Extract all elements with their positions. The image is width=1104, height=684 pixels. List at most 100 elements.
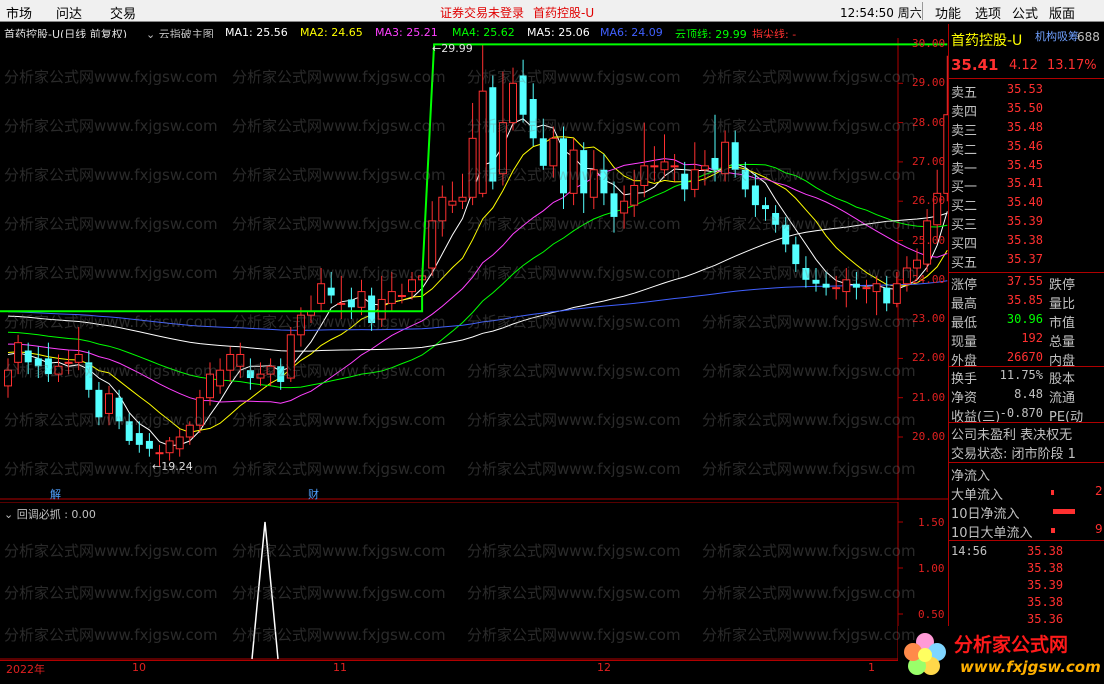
quote-row-value: 35.41: [1006, 176, 1043, 190]
high-value: 29.99: [441, 42, 473, 55]
quote-row: 买一 35.41: [951, 176, 1104, 195]
quote-row: 卖四 35.50: [951, 101, 1104, 120]
sub-indicator-value: 回调必抓 : 0.00: [16, 508, 96, 521]
menu-market[interactable]: 市场: [6, 3, 32, 22]
clock: 12:54:50 周六: [840, 6, 922, 20]
event-mark-2[interactable]: 财: [308, 486, 319, 502]
quote-row-extra: 股本: [1049, 372, 1076, 387]
quote-price: 35.41: [951, 56, 999, 74]
quote-row-label: 净资: [951, 391, 978, 406]
menu-trade[interactable]: 交易: [110, 3, 136, 22]
quote-row-label: 卖二: [951, 143, 978, 158]
date-label-jan: 1: [868, 661, 875, 674]
quote-row-value: 8.48: [1014, 387, 1043, 401]
quote-row-label: 涨停: [951, 278, 978, 293]
quote-row: 买四 35.38: [951, 233, 1104, 252]
quote-row-value: 35.53: [1006, 82, 1043, 96]
menu-formula[interactable]: 公式: [1012, 3, 1038, 22]
divider: [949, 422, 1104, 423]
divider: [949, 272, 1104, 273]
quote-change-pct: 13.17%: [1047, 58, 1097, 73]
quote-row: 现量 192 总量: [951, 331, 1104, 350]
candle[interactable]: [286, 326, 295, 382]
event-mark-1[interactable]: 解: [50, 486, 61, 502]
price-axis-label: 21.00: [912, 390, 946, 404]
divider: [949, 462, 1104, 463]
date-label-oct: 10: [132, 661, 146, 674]
tick-price: 35.36: [1027, 612, 1064, 626]
flow-label: 净流入: [951, 469, 991, 484]
trade-status: 交易状态: 闭市阶段 1: [951, 447, 1076, 462]
company-note: 公司未盈利 表决权无: [951, 428, 1073, 443]
quote-row-value: 26670: [1006, 350, 1043, 364]
quote-row-label: 买一: [951, 180, 978, 195]
quote-row-extra: 跌停: [1049, 278, 1076, 293]
quote-row-value: 35.38: [1006, 233, 1043, 247]
quote-tag[interactable]: 机构吸筹: [1035, 28, 1079, 44]
quote-row: 买五 35.37: [951, 252, 1104, 271]
menu-wenda[interactable]: 问达: [56, 3, 82, 22]
candle[interactable]: [489, 75, 497, 190]
price-axis-label: 30.00: [912, 37, 946, 50]
quote-row: 最高 35.85 量比: [951, 293, 1104, 312]
divider: [949, 540, 1104, 541]
quote-row-value: 37.55: [1006, 274, 1043, 288]
tick-price: 35.39: [1027, 578, 1064, 592]
sub-indicator-chart[interactable]: [0, 502, 948, 660]
login-warning[interactable]: 证券交易未登录: [440, 4, 524, 21]
flow-value: 9: [1095, 522, 1103, 536]
quote-row-extra: 市值: [1049, 316, 1076, 331]
divider: [949, 78, 1104, 79]
quote-row-value: 192: [1021, 331, 1043, 345]
quote-row: 买二 35.40: [951, 195, 1104, 214]
price-axis-label: 26.00: [912, 194, 946, 208]
window-stock-title: 首药控股-U: [533, 6, 595, 20]
divider: [949, 366, 1104, 367]
quote-row: 卖五 35.53: [951, 82, 1104, 101]
sub-axis-3: 0.50: [918, 608, 945, 621]
logo-url: www.fxjgsw.com: [960, 658, 1101, 676]
low-annotation: ←19.24: [152, 460, 193, 473]
tick-price: 35.38: [1027, 544, 1064, 558]
quote-row-label: 买三: [951, 218, 978, 233]
quote-row-value: 30.96: [1006, 312, 1043, 326]
flow-label: 大单流入: [951, 488, 1004, 503]
quote-row: 最低 30.96 市值: [951, 312, 1104, 331]
price-axis-label: 28.00: [912, 115, 946, 129]
quote-row-label: 最低: [951, 316, 978, 331]
price-axis-label: 22.00: [912, 351, 946, 365]
quote-row-extra: 流通: [1049, 391, 1076, 406]
sub-axis-2: 1.00: [918, 562, 945, 575]
quote-row: 卖二 35.46: [951, 139, 1104, 158]
flower-logo-icon: [904, 633, 946, 675]
date-label-dec: 12: [597, 661, 611, 674]
flow-bar: [1053, 509, 1075, 514]
tick-price: 35.38: [1027, 561, 1064, 575]
quote-row-value: 35.39: [1006, 214, 1043, 228]
menu-bar: 市场 问达 交易 证券交易未登录 首药控股-U 12:54:50 周六 功能 选…: [0, 0, 1104, 22]
quote-row-value: 35.48: [1006, 120, 1043, 134]
quote-row: 卖三 35.48: [951, 120, 1104, 139]
quote-row-label: 卖三: [951, 124, 978, 139]
quote-row-value: -0.870: [999, 406, 1043, 420]
menu-layout[interactable]: 版面: [1049, 3, 1075, 22]
menu-function[interactable]: 功能: [935, 3, 961, 22]
quote-row-extra: 量比: [1049, 297, 1076, 312]
price-axis-label: 23.00: [912, 312, 946, 326]
quote-row-value: 35.46: [1006, 139, 1043, 153]
flow-bar: [1051, 490, 1054, 495]
quote-row-extra: 总量: [1049, 335, 1076, 350]
quote-row-value: 35.50: [1006, 101, 1043, 115]
quote-row-label: 现量: [951, 335, 978, 350]
price-axis-label: 29.00: [912, 76, 946, 90]
quote-row-value: 35.37: [1006, 252, 1043, 266]
sub-indicator-title[interactable]: ⌄ 回调必抓 : 0.00: [4, 506, 96, 522]
tick-time: 14:56: [951, 544, 988, 558]
quote-code: 688: [1077, 30, 1100, 44]
flow-label: 10日净流入: [951, 507, 1020, 522]
tick-price: 35.38: [1027, 595, 1064, 609]
quote-row-label: 卖四: [951, 105, 978, 120]
menu-options[interactable]: 选项: [975, 3, 1001, 22]
candlestick-chart[interactable]: [0, 38, 948, 500]
quote-row-value: 35.45: [1006, 158, 1043, 172]
